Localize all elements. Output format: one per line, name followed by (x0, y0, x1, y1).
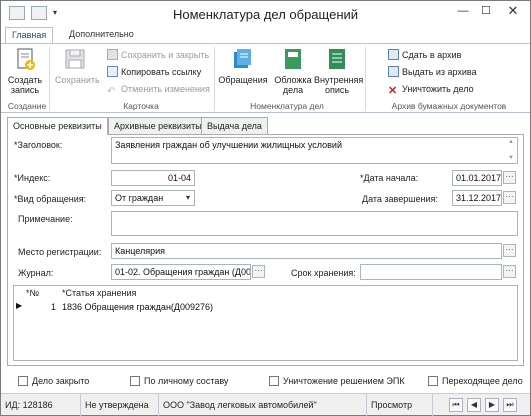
retention-input[interactable] (360, 264, 502, 280)
start-date-input[interactable]: 01.01.2017 (452, 170, 502, 186)
to-archive-button[interactable]: Сдать в архив (388, 49, 461, 62)
status-organization: ООО "Завод легковых автомобилей" (159, 394, 367, 416)
end-date-label: Дата завершения: (362, 194, 438, 204)
personnel-label: По личному составу (144, 376, 229, 386)
end-date-input[interactable]: 31.12.2017 (452, 190, 502, 206)
cover-button[interactable]: Обложка дела (272, 47, 314, 95)
from-archive-label: Выдать из архива (402, 67, 477, 77)
epk-destroy-label: Уничтожение решением ЭПК (283, 376, 405, 386)
index-input[interactable]: 01-04 (111, 170, 195, 186)
copy-link-button[interactable]: Копировать ссылку (107, 66, 201, 79)
end-date-picker-icon[interactable]: ··· (503, 191, 516, 204)
to-archive-label: Сдать в архив (402, 50, 462, 60)
save-close-label: Сохранить и закрыть (121, 50, 210, 60)
table-row[interactable]: ▶ 1 1836 Обращения граждан(Д009276) (14, 300, 517, 314)
inner-list-icon (329, 49, 345, 69)
journal-picker-icon[interactable]: ··· (252, 265, 265, 278)
title-label: *Заголовок: (14, 140, 63, 150)
row-article: 1836 Обращения граждан(Д009276) (62, 302, 214, 312)
copy-link-label: Копировать ссылку (121, 67, 202, 77)
first-record-icon[interactable]: ⏮ (449, 398, 463, 412)
grid-header-number: *№ (26, 288, 40, 298)
title-scroll-up-icon[interactable]: ▲ (508, 139, 514, 145)
save-label: Сохранить (55, 75, 100, 85)
new-document-icon (17, 48, 35, 70)
prev-record-icon[interactable]: ◀ (467, 398, 481, 412)
destroy-icon: ✕ (388, 85, 398, 97)
title-bar: ▾ Номенклатура дел обращений — ☐ ✕ (1, 1, 530, 27)
carryover-checkbox[interactable] (428, 376, 438, 386)
tab-main[interactable]: Главная (5, 27, 54, 44)
closed-checkbox[interactable] (18, 376, 28, 386)
retention-label: Срок хранения: (291, 268, 356, 278)
registration-input[interactable]: Канцелярия (111, 243, 502, 259)
archive-in-icon (388, 49, 399, 60)
create-record-button[interactable]: Создать запись (7, 47, 43, 95)
next-record-icon[interactable]: ▶ (485, 398, 499, 412)
destroy-button[interactable]: ✕ Уничтожить дело (388, 83, 474, 97)
storage-articles-grid[interactable]: *№ *Статья хранения ▶ 1 1836 Обращения г… (13, 285, 518, 361)
registration-picker-icon[interactable]: ··· (503, 244, 516, 257)
grid-header-article: *Статья хранения (62, 288, 137, 298)
epk-destroy-checkbox[interactable] (269, 376, 279, 386)
group-archive-label: Архив бумажных документов (391, 101, 507, 111)
create-record-label: Создать запись (7, 75, 43, 95)
tab-issue[interactable]: Выдача дела (201, 117, 268, 134)
save-icon (65, 49, 85, 69)
ribbon: Создать запись Сохранить Сохранить и зак… (1, 43, 530, 113)
retention-picker-icon[interactable]: ··· (503, 265, 516, 278)
status-id: ИД: 128186 (1, 394, 81, 416)
row-number: 1 (50, 302, 56, 312)
note-label: Примечание: (18, 214, 73, 224)
ribbon-tabs: Главная Дополнительно (1, 27, 530, 44)
cover-label: Обложка дела (274, 75, 312, 95)
save-close-button[interactable]: Сохранить и закрыть (107, 49, 209, 62)
cancel-changes-label: Отменить изменения (121, 84, 210, 94)
appeals-icon (234, 49, 251, 68)
group-nomenclature-label: Номенклатура дел (250, 101, 324, 111)
kind-label: *Вид обращения: (14, 194, 87, 204)
archive-out-icon (388, 66, 399, 77)
destroy-label: Уничтожить дело (402, 84, 474, 94)
appeals-button[interactable]: Обращения (217, 47, 269, 85)
closed-label: Дело закрыто (32, 376, 90, 386)
save-button[interactable]: Сохранить (55, 47, 100, 85)
tab-archive[interactable]: Архивные реквизиты (108, 117, 208, 134)
save-close-icon (107, 49, 118, 60)
row-pointer-icon: ▶ (16, 301, 23, 310)
registration-label: Место регистрации: (18, 247, 102, 257)
group-creation-label: Создание (7, 101, 47, 111)
status-mode: Просмотр (367, 394, 433, 416)
title-scroll-down-icon[interactable]: ▼ (508, 155, 514, 161)
kind-dropdown-icon[interactable]: ▾ (182, 191, 194, 205)
window-title: Номенклатура дел обращений (172, 7, 359, 22)
carryover-label: Переходящее дело (442, 376, 523, 386)
last-record-icon[interactable]: ⏭ (503, 398, 517, 412)
close-icon[interactable]: ✕ (498, 1, 528, 21)
index-label: *Индекс: (14, 173, 51, 183)
group-card-label: Карточка (123, 101, 159, 111)
inner-list-button[interactable]: Внутренняя опись (314, 47, 364, 95)
copy-link-icon (107, 66, 118, 77)
status-bar: ИД: 128186 Не утверждена ООО "Завод легк… (1, 393, 530, 416)
maximize-icon[interactable]: ☐ (475, 1, 497, 21)
folder-cover-icon (285, 49, 301, 69)
cancel-changes-button[interactable]: ↶ Отменить изменения (107, 83, 210, 97)
status-state: Не утверждена (81, 394, 159, 416)
appeals-label: Обращения (218, 75, 268, 85)
journal-label: Журнал: (18, 268, 54, 278)
note-input[interactable] (111, 211, 518, 236)
personnel-checkbox[interactable] (130, 376, 140, 386)
start-date-label: *Дата начала: (360, 173, 419, 183)
start-date-picker-icon[interactable]: ··· (503, 171, 516, 184)
undo-icon: ↶ (107, 86, 116, 97)
inner-list-label: Внутренняя опись (314, 75, 364, 95)
app-window: ▾ Номенклатура дел обращений — ☐ ✕ Главн… (0, 0, 531, 416)
tab-basic[interactable]: Основные реквизиты (7, 117, 108, 135)
title-input[interactable]: Заявления граждан об улучшении жилищных … (111, 137, 518, 164)
minimize-icon[interactable]: — (452, 1, 474, 21)
from-archive-button[interactable]: Выдать из архива (388, 66, 477, 79)
journal-input[interactable]: 01-02. Обращения граждан (Д000 (111, 264, 251, 280)
tab-additional[interactable]: Дополнительно (63, 27, 140, 44)
